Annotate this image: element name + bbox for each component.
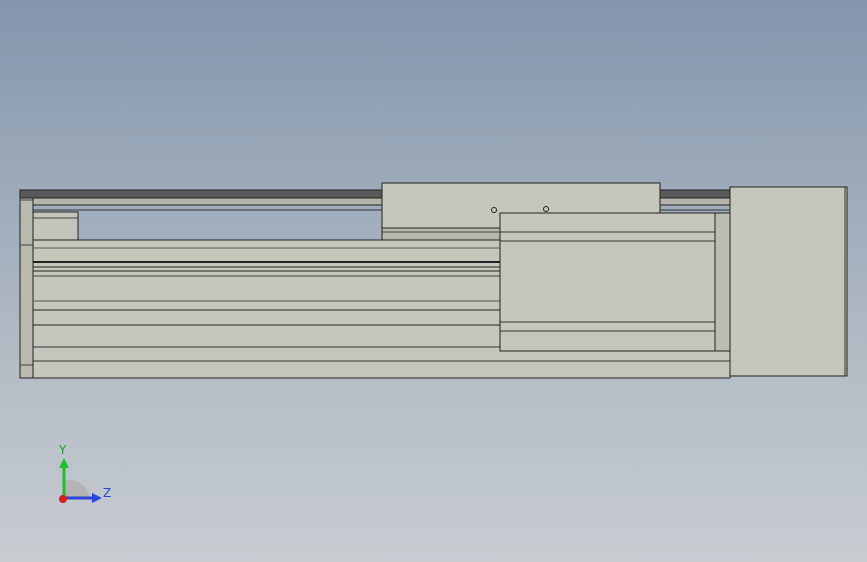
left-block: [32, 211, 79, 243]
graphics-viewport[interactable]: Y Z: [0, 0, 867, 562]
y-axis-arrowhead: [59, 458, 69, 468]
z-axis-label: Z: [103, 486, 112, 500]
linear-actuator-model[interactable]: [0, 0, 867, 562]
y-axis-label: Y: [59, 443, 67, 457]
carriage-front-plate: [499, 212, 731, 352]
left-end-cap: [19, 189, 34, 379]
motor-housing: [729, 186, 848, 377]
x-axis-dot: [59, 495, 67, 503]
z-axis-arrowhead: [92, 493, 102, 503]
triad-quadrant: [64, 479, 90, 498]
